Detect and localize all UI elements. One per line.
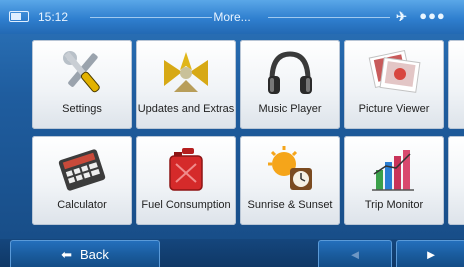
- settings-icon: [32, 46, 132, 100]
- tile-settings[interactable]: Settings: [32, 40, 132, 129]
- signal-dots-icon: ●●●: [410, 8, 446, 23]
- tile-sunrise-and-sunset[interactable]: Sunrise & Sunset: [240, 136, 340, 225]
- back-label: Back: [80, 247, 109, 262]
- tile-music-player[interactable]: Music Player: [240, 40, 340, 129]
- fuel-can-icon: [136, 142, 236, 196]
- tile-fuel-consumption[interactable]: Fuel Consumption: [136, 136, 236, 225]
- tile-label: Settings: [62, 103, 102, 115]
- status-bar: 15:12 More... ✈ ●●●: [0, 0, 464, 34]
- gps-satellite-icon: ✈: [396, 9, 407, 24]
- bar-chart-icon: [344, 142, 444, 196]
- back-button[interactable]: ⬅ Back: [10, 240, 160, 267]
- tile-label: Picture Viewer: [358, 103, 430, 115]
- tile-calculator[interactable]: Calculator: [32, 136, 132, 225]
- tile-label: Updates and Extras: [137, 103, 235, 115]
- tile-picture-viewer[interactable]: Picture Viewer: [344, 40, 444, 129]
- more-menu-screen: 15:12 More... ✈ ●●● Settings Updates and…: [0, 0, 464, 267]
- previous-arrow-icon: ◄: [348, 247, 362, 262]
- screen-title: More...: [213, 10, 251, 24]
- tile-label: Fuel Consumption: [141, 199, 231, 211]
- tile-partial-right-top[interactable]: [448, 40, 464, 129]
- tile-label: Trip Monitor: [364, 199, 424, 211]
- calculator-icon: [32, 142, 132, 196]
- updates-icon: [136, 46, 236, 100]
- sunrise-clock-icon: [240, 142, 340, 196]
- tile-trip-monitor[interactable]: Trip Monitor: [344, 136, 444, 225]
- tile-updates-and-extras[interactable]: Updates and Extras: [136, 40, 236, 129]
- picture-icon: [344, 46, 444, 100]
- headphones-icon: [240, 46, 340, 100]
- next-arrow-icon: ►: [424, 247, 438, 262]
- previous-page-button[interactable]: ◄: [318, 240, 392, 267]
- status-divider-right: [268, 17, 390, 18]
- tile-label: Sunrise & Sunset: [247, 199, 333, 211]
- back-arrow-icon: ⬅: [61, 246, 72, 262]
- tile-label: Music Player: [258, 103, 322, 115]
- next-page-button[interactable]: ►: [396, 240, 464, 267]
- tile-partial-right-bottom[interactable]: [448, 136, 464, 225]
- tile-label: Calculator: [57, 199, 107, 211]
